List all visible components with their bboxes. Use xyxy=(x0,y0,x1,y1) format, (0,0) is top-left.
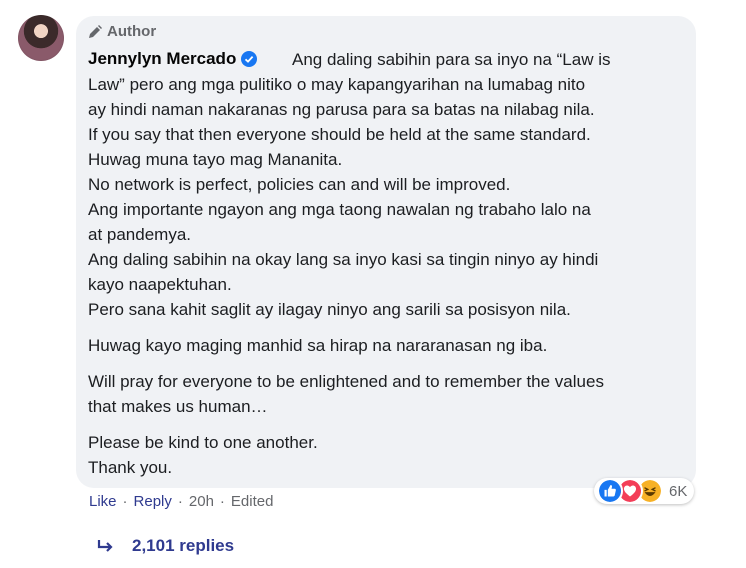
comment-text-line: If you say that then everyone should be … xyxy=(88,125,591,144)
separator: · xyxy=(219,493,225,510)
comment-text-line: at pandemya. xyxy=(88,225,192,244)
reply-link[interactable]: Reply xyxy=(134,493,172,510)
comment-text-line: kayo naapektuhan. xyxy=(88,275,232,294)
comment-text-line: No network is perfect, policies can and … xyxy=(88,175,511,194)
pen-icon xyxy=(89,24,102,38)
replies-label[interactable]: 2,101 replies xyxy=(132,536,234,556)
comment-text-line: Huwag muna tayo mag Mananita. xyxy=(88,150,343,169)
comment-text-line: Huwag kayo maging manhid sa hirap na nar… xyxy=(88,336,548,355)
comment-text-line: Ang daling sabihin na okay lang sa inyo … xyxy=(88,250,599,269)
author-badge: Author xyxy=(87,23,156,40)
timestamp-link[interactable]: 20h xyxy=(189,493,214,510)
reply-arrow-icon xyxy=(97,540,113,552)
comment-text-line: Ang importante ngayon ang mga taong nawa… xyxy=(88,200,591,219)
comment-text-line: Ang daling sabihin para sa inyo na “Law … xyxy=(292,50,611,69)
author-badge-label: Author xyxy=(107,23,157,40)
comment-text-line: that makes us human… xyxy=(88,397,268,416)
comment-text-line: Pero sana kahit saglit ay ilagay ninyo a… xyxy=(88,300,571,319)
separator: · xyxy=(122,493,128,510)
view-replies[interactable]: 2,101 replies xyxy=(96,536,234,556)
reactions-summary[interactable]: 6K xyxy=(594,478,694,504)
like-icon xyxy=(597,478,623,504)
like-link[interactable]: Like xyxy=(89,493,117,510)
edited-label[interactable]: Edited xyxy=(231,493,274,510)
avatar[interactable] xyxy=(18,15,64,61)
comment-text-line: Will pray for everyone to be enlightened… xyxy=(88,372,604,391)
comment-actions: Like · Reply · 20h · Edited xyxy=(89,493,273,510)
comment-text-line: ay hindi naman nakaranas ng parusa para … xyxy=(88,100,595,119)
author-name[interactable]: Jennylyn Mercado xyxy=(88,49,236,69)
comment-text-line: Please be kind to one another. xyxy=(88,433,318,452)
separator: · xyxy=(177,493,183,510)
comment-text-line: Thank you. xyxy=(88,458,173,477)
reactions-count: 6K xyxy=(669,482,688,500)
comment-text-line: Law” pero ang mga pulitiko o may kapangy… xyxy=(88,75,586,94)
verified-icon xyxy=(241,51,258,67)
